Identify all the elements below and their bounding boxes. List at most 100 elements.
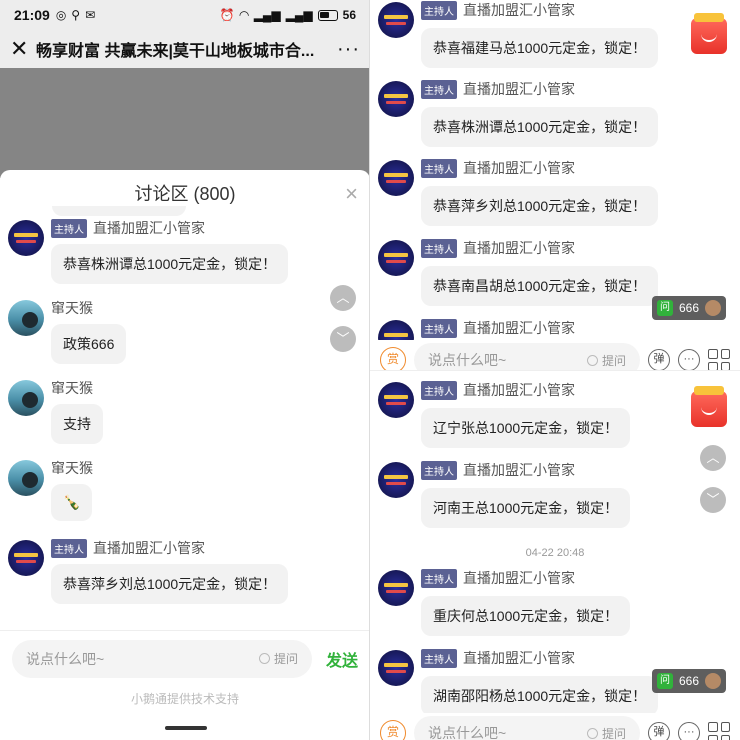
- ask-question-toggle[interactable]: 提问: [586, 725, 626, 740]
- comment-input-bar: 赏 说点什么吧~ 提问 弹 ···: [370, 340, 740, 370]
- page-title: 畅享财富 共赢未来|莫干山地板城市合...: [36, 43, 315, 60]
- notification-icon: ◎: [55, 8, 67, 22]
- reward-button[interactable]: 赏: [380, 347, 406, 370]
- scroll-down-button[interactable]: ﹀: [330, 326, 356, 352]
- sender-name: 直播加盟汇小管家: [463, 462, 575, 478]
- mail-icon: ✉: [85, 8, 96, 22]
- chat-message: 窜天猴 政策666: [0, 298, 370, 378]
- sender-name: 直播加盟汇小管家: [463, 382, 575, 398]
- barrage-toggle-icon[interactable]: 弹: [648, 722, 670, 740]
- host-avatar[interactable]: [8, 540, 44, 576]
- sender-name: 直播加盟汇小管家: [463, 81, 575, 97]
- chat-message: 主持人 直播加盟汇小管家 河南王总1000元定金，锁定！: [370, 460, 740, 542]
- sender-name: 窜天猴: [51, 300, 93, 316]
- comment-placeholder: 说点什么吧~: [428, 352, 507, 368]
- signal-icon: ▂▄▆: [285, 8, 313, 22]
- user-avatar[interactable]: [8, 300, 44, 336]
- right-top-screen: 主持人 直播加盟汇小管家 恭喜福建马总1000元定金，锁定！ 主持人 直播加盟汇…: [370, 0, 740, 370]
- more-menu-icon[interactable]: ···: [330, 38, 360, 61]
- video-player[interactable]: [0, 68, 370, 178]
- comment-input[interactable]: 说点什么吧~ 提问: [414, 716, 640, 740]
- more-options-icon[interactable]: ···: [678, 349, 700, 370]
- sender-name: 直播加盟汇小管家: [463, 650, 575, 666]
- ask-question-toggle[interactable]: 提问: [586, 352, 626, 369]
- qa-count: 666: [678, 301, 700, 315]
- host-avatar[interactable]: [378, 81, 414, 117]
- qa-count: 666: [678, 674, 700, 688]
- message-bubble: 政策666: [51, 324, 127, 364]
- message-bubble: 恭喜株洲谭总1000元定金，锁定！: [421, 107, 659, 147]
- barrage-toggle-icon[interactable]: 弹: [648, 349, 670, 370]
- host-avatar[interactable]: [378, 650, 414, 686]
- send-button[interactable]: 发送: [312, 647, 358, 671]
- qa-pill[interactable]: 问 666: [652, 296, 726, 320]
- chat-message: 主持人 直播加盟汇小管家 恭喜株洲谭总1000元定金，锁定！: [370, 79, 740, 161]
- host-badge: 主持人: [421, 568, 457, 588]
- grid-menu-icon[interactable]: [708, 722, 730, 740]
- comment-placeholder: 说点什么吧~: [26, 650, 105, 667]
- message-meta: 窜天猴: [51, 458, 93, 478]
- host-avatar[interactable]: [378, 462, 414, 498]
- chat-message: 主持人 直播加盟汇小管家 恭喜株洲谭总1000元定金，锁定！: [0, 218, 370, 298]
- qa-pill[interactable]: 问 666: [652, 669, 726, 693]
- chat-message: 窜天猴 🍾: [0, 458, 370, 538]
- status-time: 21:09: [14, 7, 50, 23]
- host-badge: 主持人: [51, 218, 87, 238]
- message-bubble: 🍾: [51, 484, 93, 521]
- reward-button[interactable]: 赏: [380, 720, 406, 740]
- message-bubble: 恭喜福建马总1000元定金，锁定！: [421, 28, 659, 68]
- status-left-icons: ◎ ⚲ ✉: [56, 8, 95, 22]
- chat-message: 主持人 直播加盟汇小管家 恭喜萍乡刘总1000元定金，锁定！: [370, 158, 740, 240]
- comment-input[interactable]: 说点什么吧~ 提问: [12, 639, 312, 678]
- grid-menu-icon[interactable]: [708, 349, 730, 370]
- host-badge: 主持人: [421, 238, 457, 258]
- comment-input-bar: 说点什么吧~ 提问 发送: [0, 630, 370, 686]
- user-avatar[interactable]: [8, 460, 44, 496]
- sender-name: 直播加盟汇小管家: [93, 220, 205, 236]
- ask-label: 提问: [601, 726, 626, 740]
- sender-name: 直播加盟汇小管家: [463, 570, 575, 586]
- message-bubble: 河南王总1000元定金，锁定！: [421, 488, 631, 528]
- mini-avatar: [705, 673, 721, 689]
- host-avatar[interactable]: [378, 2, 414, 38]
- scroll-down-button[interactable]: ﹀: [700, 487, 726, 513]
- message-meta: 主持人 直播加盟汇小管家: [51, 538, 205, 558]
- host-badge: 主持人: [421, 380, 457, 400]
- message-bubble: 恭喜株洲谭总1000元定金，锁定！: [51, 244, 289, 284]
- sender-name: 直播加盟汇小管家: [463, 240, 575, 256]
- home-indicator[interactable]: [165, 726, 207, 730]
- user-avatar[interactable]: [8, 380, 44, 416]
- comment-input[interactable]: 说点什么吧~ 提问: [414, 343, 640, 370]
- host-avatar[interactable]: [8, 220, 44, 256]
- message-meta: 主持人 直播加盟汇小管家: [421, 568, 575, 588]
- host-badge: 主持人: [51, 538, 87, 558]
- gift-icon[interactable]: [691, 13, 727, 54]
- host-avatar[interactable]: [378, 382, 414, 418]
- status-right-icons: ⏰ ◠ ▂▄▆ ▂▄▆ 56: [220, 8, 356, 22]
- sheet-close-icon[interactable]: ×: [345, 170, 358, 218]
- message-meta: 主持人 直播加盟汇小管家: [421, 318, 575, 338]
- sender-name: 直播加盟汇小管家: [463, 320, 575, 336]
- message-meta: 主持人 直播加盟汇小管家: [421, 158, 575, 178]
- close-icon[interactable]: ✕: [10, 36, 36, 62]
- gift-icon[interactable]: [691, 386, 727, 427]
- message-bubble: 恭喜萍乡刘总1000元定金，锁定！: [421, 186, 659, 226]
- host-avatar[interactable]: [378, 240, 414, 276]
- chat-message: 窜天猴 支持: [0, 378, 370, 458]
- host-avatar[interactable]: [378, 570, 414, 606]
- host-badge: 主持人: [421, 79, 457, 99]
- message-bubble: 湖南邵阳杨总1000元定金，锁定！: [421, 676, 659, 716]
- message-meta: 窜天猴: [51, 298, 93, 318]
- more-options-icon[interactable]: ···: [678, 722, 700, 740]
- ask-question-toggle[interactable]: 提问: [258, 650, 298, 667]
- sheet-title: 讨论区 (800): [134, 184, 236, 204]
- scroll-up-button[interactable]: ︿: [700, 445, 726, 471]
- message-meta: 主持人 直播加盟汇小管家: [421, 0, 575, 20]
- status-bar: 21:09 ◎ ⚲ ✉ ⏰ ◠ ▂▄▆ ▂▄▆ 56: [0, 0, 370, 30]
- host-avatar[interactable]: [378, 160, 414, 196]
- message-timestamp: 04-22 20:48: [525, 547, 585, 559]
- scroll-up-button[interactable]: ︿: [330, 285, 356, 311]
- radio-icon: [586, 727, 598, 739]
- chat-message: 主持人 直播加盟汇小管家 辽宁张总1000元定金，锁定！: [370, 380, 740, 462]
- signal-icon: ▂▄▆: [253, 8, 281, 22]
